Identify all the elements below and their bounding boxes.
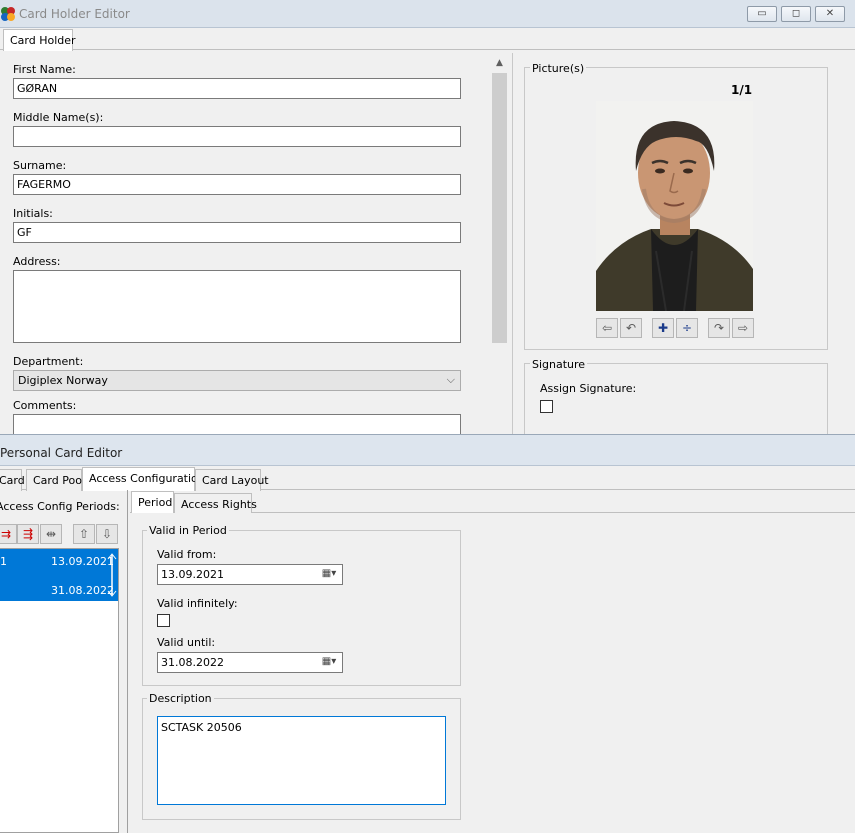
card-holder-titlebar: Card Holder Editor ▭ ◻ ✕ [0, 0, 855, 28]
department-value: Digiplex Norway [18, 374, 108, 387]
surname-field[interactable]: FAGERMO [13, 174, 461, 195]
chevron-down-icon: ⌵ [446, 373, 455, 386]
department-select[interactable]: Digiplex Norway ⌵ [13, 370, 461, 391]
portrait-photo [596, 101, 753, 311]
scroll-up-icon[interactable]: ▲ [491, 55, 508, 72]
address-field[interactable] [13, 270, 461, 343]
valid-from-picker[interactable]: 13.09.2021 ▦▾ [157, 564, 343, 585]
window-title: Card Holder Editor [19, 7, 130, 21]
tab-card-pool[interactable]: Card Pool [26, 469, 85, 491]
calendar-icon[interactable]: ▦▾ [316, 565, 342, 584]
add-period-icon[interactable]: ⇉ [0, 524, 17, 544]
arrow-right-icon[interactable]: ⇨ [732, 318, 754, 338]
picture-counter: 1/1 [731, 83, 753, 97]
maximize-button[interactable]: ◻ [781, 6, 811, 22]
subtab-access-rights[interactable]: Access Rights [174, 493, 257, 513]
app-icon [1, 7, 15, 21]
period-end-date: 31.08.2022 [51, 584, 114, 597]
personal-card-titlebar: Personal Card Editor [0, 434, 855, 466]
period-range-icon [107, 553, 117, 597]
calendar-icon[interactable]: ▦▾ [316, 653, 342, 672]
plus-icon[interactable]: ✚ [652, 318, 674, 338]
valid-infinitely-label: Valid infinitely: [157, 597, 238, 610]
middle-name-field[interactable] [13, 126, 461, 147]
panel-separator [127, 490, 128, 833]
assign-signature-checkbox[interactable] [540, 400, 553, 413]
address-label: Address: [13, 255, 61, 268]
undo-icon[interactable]: ↶ [620, 318, 642, 338]
move-up-icon[interactable]: ⇧ [73, 524, 95, 544]
tab-card[interactable]: Card [0, 469, 25, 491]
periods-label: Access Config Periods: [0, 500, 120, 513]
divide-icon[interactable]: ÷ [676, 318, 698, 338]
period-index: 1 [0, 555, 7, 568]
signature-group-title: Signature [530, 358, 588, 371]
valid-until-value: 31.08.2022 [161, 656, 224, 669]
move-down-icon[interactable]: ⇩ [96, 524, 118, 544]
minimize-button[interactable]: ▭ [747, 6, 777, 22]
panel-divider [512, 53, 513, 434]
period-row-selected[interactable]: 1 13.09.2021 31.08.2022 [0, 549, 118, 601]
valid-in-period-title: Valid in Period [147, 524, 229, 537]
first-name-label: First Name: [13, 63, 76, 76]
scrollbar-thumb[interactable] [492, 73, 507, 343]
assign-signature-label: Assign Signature: [540, 382, 637, 395]
period-start-date: 13.09.2021 [51, 555, 114, 568]
tab-access-configuration[interactable]: Access Configuration [82, 467, 205, 491]
first-name-field[interactable]: GØRAN [13, 78, 461, 99]
split-period-icon[interactable]: ⇹ [40, 524, 62, 544]
close-button[interactable]: ✕ [815, 6, 845, 22]
description-textarea[interactable]: SCTASK 20506 [157, 716, 446, 805]
remove-period-icon[interactable]: ⇶ [17, 524, 39, 544]
middle-name-label: Middle Name(s): [13, 111, 104, 124]
form-scrollbar[interactable]: ▲ [491, 55, 508, 434]
valid-until-label: Valid until: [157, 636, 216, 649]
surname-label: Surname: [13, 159, 67, 172]
tab-card-layout[interactable]: Card Layout [195, 469, 269, 491]
initials-field[interactable]: GF [13, 222, 461, 243]
valid-infinitely-checkbox[interactable] [157, 614, 170, 627]
tab-card-holder[interactable]: Card Holder [3, 29, 76, 51]
comments-label: Comments: [13, 399, 77, 412]
valid-from-value: 13.09.2021 [161, 568, 224, 581]
signature-group [524, 363, 828, 434]
pictures-group-title: Picture(s) [530, 62, 587, 75]
window-title: Personal Card Editor [0, 446, 123, 460]
department-label: Department: [13, 355, 84, 368]
initials-label: Initials: [13, 207, 53, 220]
tab-strip [0, 28, 855, 50]
subtab-period[interactable]: Period [131, 491, 174, 513]
redo-icon[interactable]: ↷ [708, 318, 730, 338]
valid-until-picker[interactable]: 31.08.2022 ▦▾ [157, 652, 343, 673]
valid-from-label: Valid from: [157, 548, 217, 561]
arrow-left-icon[interactable]: ⇦ [596, 318, 618, 338]
description-title: Description [147, 692, 214, 705]
card-holder-form: First Name: GØRAN Middle Name(s): Surnam… [0, 51, 510, 444]
